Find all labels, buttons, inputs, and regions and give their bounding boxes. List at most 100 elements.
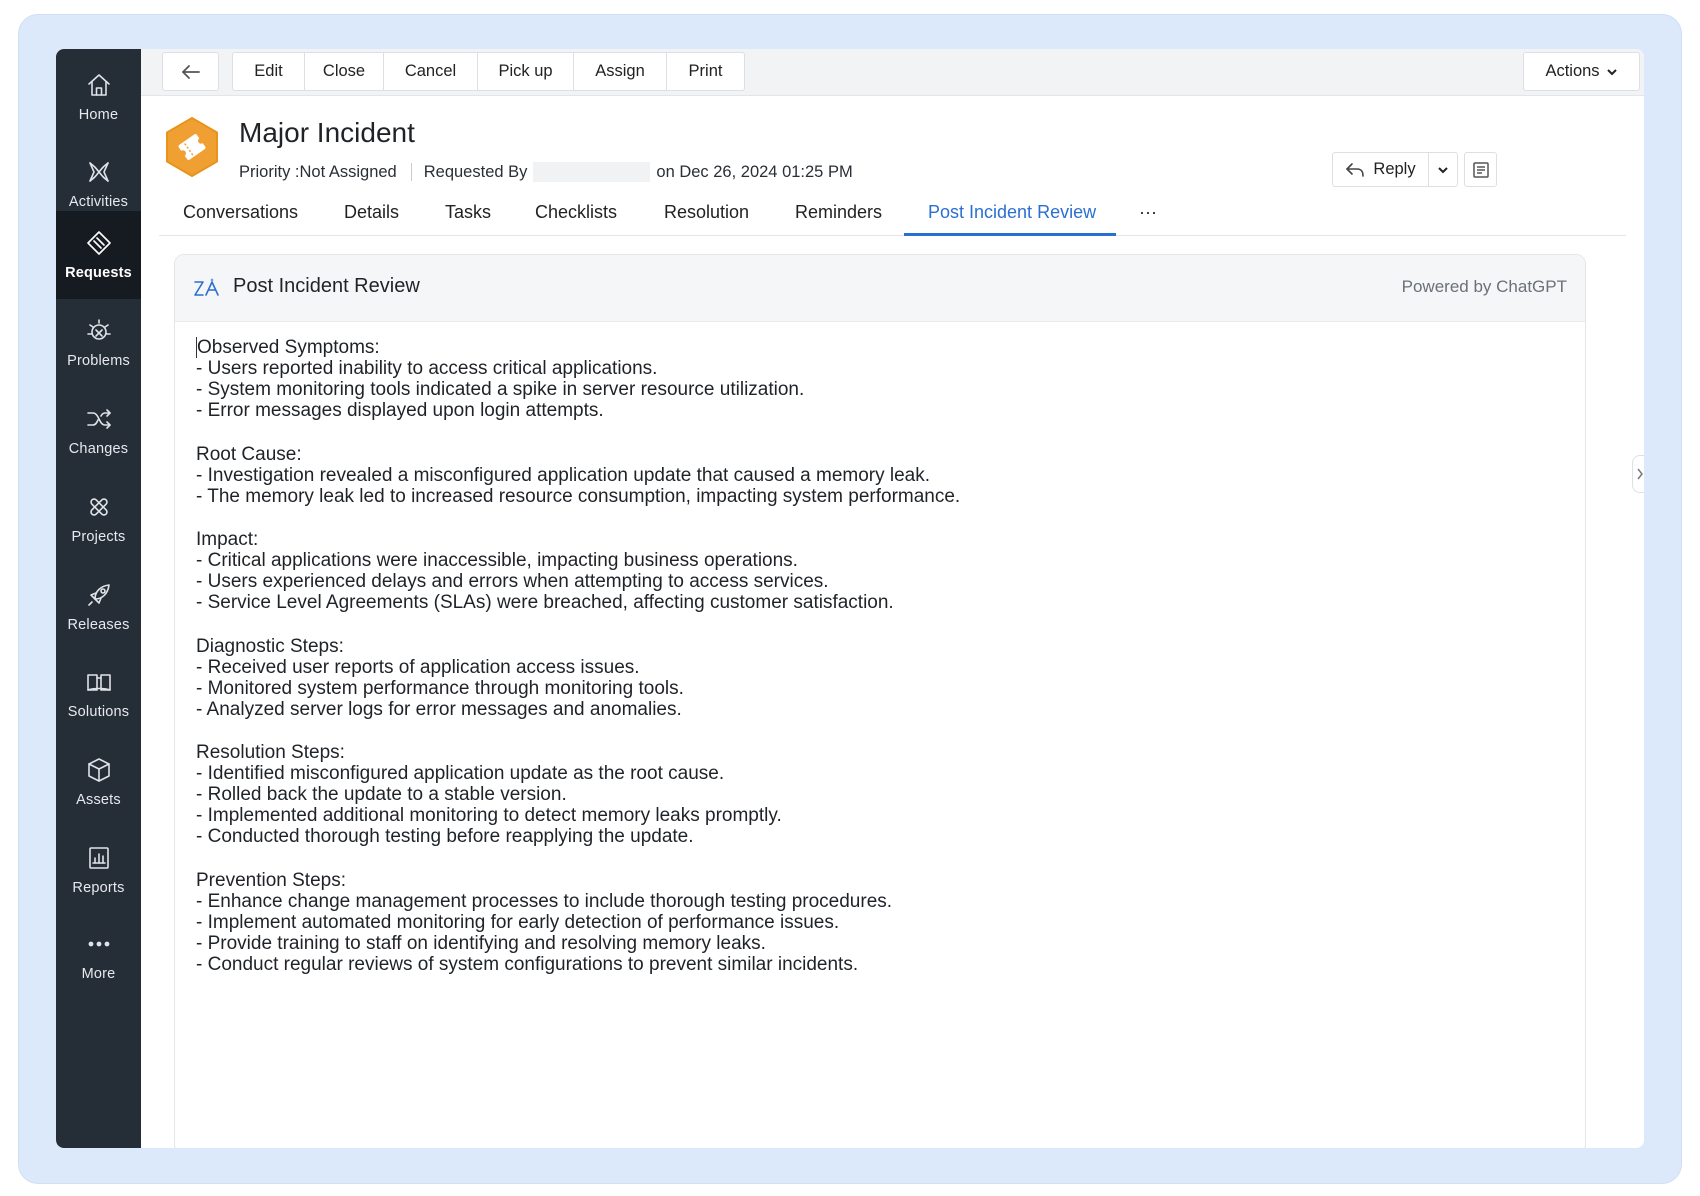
changes-icon	[86, 409, 111, 429]
requester-redacted	[533, 162, 651, 182]
sidebar-item-assets[interactable]: Assets	[56, 738, 141, 826]
assign-button[interactable]: Assign	[574, 53, 667, 90]
sidebar-item-solutions[interactable]: Solutions	[56, 650, 141, 738]
section-line: - Conduct regular reviews of system conf…	[196, 953, 859, 975]
solutions-icon	[86, 674, 111, 691]
tab-checklists[interactable]: Checklists	[535, 189, 617, 235]
sidebar-item-requests[interactable]: Requests	[56, 211, 141, 299]
request-detail: Edit Close Cancel Pick up Assign Print A…	[141, 49, 1644, 1148]
tab-post-incident-review[interactable]: Post Incident Review	[928, 189, 1096, 235]
section-heading: Resolution Steps:	[196, 742, 345, 763]
reply-split-button: Reply	[1332, 152, 1458, 187]
priority-text: Priority :Not Assigned	[239, 162, 397, 181]
section-heading: Observed Symptoms:	[196, 337, 1565, 358]
cancel-button[interactable]: Cancel	[384, 53, 478, 90]
section-line: - Investigation revealed a misconfigured…	[196, 464, 931, 486]
tab-resolution[interactable]: Resolution	[664, 189, 749, 235]
section-heading: Root Cause:	[196, 443, 302, 465]
review-section: Root Cause: - Investigation revealed a m…	[196, 444, 1565, 507]
request-meta: Priority :Not Assigned Requested By on D…	[239, 162, 853, 182]
ai-sparkle-icon	[194, 278, 219, 296]
section-line: - Implement automated monitoring for ear…	[196, 911, 840, 933]
active-tab-indicator	[904, 233, 1116, 236]
arrow-left-icon	[181, 64, 200, 79]
section-line: - Error messages displayed upon login at…	[196, 400, 604, 421]
reply-options-button[interactable]	[1429, 153, 1457, 186]
section-line: - Critical applications were inaccessibl…	[196, 550, 798, 571]
incident-icon	[166, 117, 218, 177]
edit-button[interactable]: Edit	[233, 53, 305, 90]
reply-label: Reply	[1373, 160, 1416, 178]
tab-details[interactable]: Details	[344, 189, 399, 235]
toolbar-button-group: Edit Close Cancel Pick up Assign Print	[232, 52, 745, 91]
section-line: - Identified misconfigured application u…	[196, 763, 725, 784]
sidebar-item-label: More	[81, 966, 116, 982]
review-text-editor[interactable]: Observed Symptoms: - Users reported inab…	[196, 337, 1565, 997]
sidebar-item-more[interactable]: More	[56, 912, 141, 1000]
problems-icon	[86, 319, 111, 340]
reports-icon	[88, 847, 109, 869]
sidebar-item-problems[interactable]: Problems	[56, 299, 141, 387]
chevron-down-icon	[1606, 68, 1617, 75]
reply-button[interactable]: Reply	[1333, 153, 1429, 186]
assets-icon	[87, 758, 110, 782]
section-line: - System monitoring tools indicated a sp…	[196, 379, 805, 400]
tab-reminders[interactable]: Reminders	[795, 189, 882, 235]
review-section: Impact: - Critical applications were ina…	[196, 529, 1565, 613]
more-icon	[88, 941, 109, 947]
review-section: Observed Symptoms: - Users reported inab…	[196, 337, 1565, 421]
section-line: - Provide training to staff on identifyi…	[196, 932, 766, 954]
tab-conversations[interactable]: Conversations	[183, 189, 298, 235]
sidebar-item-label: Home	[78, 106, 119, 123]
chevron-right-icon	[1636, 468, 1643, 480]
page-title: Major Incident	[239, 117, 415, 148]
panel-title: Post Incident Review	[233, 275, 420, 297]
section-heading: Impact:	[196, 529, 259, 550]
close-button[interactable]: Close	[305, 53, 384, 90]
divider	[410, 163, 412, 181]
sidebar-item-releases[interactable]: Releases	[56, 563, 141, 651]
print-button[interactable]: Print	[667, 53, 744, 90]
sidebar-item-label: Reports	[72, 880, 125, 896]
actions-label: Actions	[1545, 62, 1600, 80]
request-date: on Dec 26, 2024 01:25 PM	[656, 162, 853, 181]
sidebar-item-label: Assets	[76, 792, 121, 808]
sidebar-item-label: Requests	[65, 265, 132, 281]
reply-icon	[1346, 162, 1365, 177]
releases-icon	[87, 584, 110, 606]
panel-header: Post Incident Review Powered by ChatGPT	[175, 255, 1585, 322]
pick-up-button[interactable]: Pick up	[478, 53, 574, 90]
chevron-down-icon	[1438, 166, 1448, 173]
sidebar-item-label: Activities	[68, 193, 129, 210]
section-line: - Received user reports of application a…	[196, 656, 640, 678]
powered-by-text: Powered by ChatGPT	[1401, 277, 1567, 296]
sidebar-item-projects[interactable]: Projects	[56, 475, 141, 563]
section-heading: Prevention Steps:	[196, 869, 346, 891]
section-line: - Enhance change management processes to…	[196, 890, 893, 912]
app-window: Home Activities Requests Problems Change…	[56, 49, 1644, 1148]
sidebar-item-changes[interactable]: Changes	[56, 387, 141, 475]
section-line: - The memory leak led to increased resou…	[196, 485, 961, 507]
requested-by-label: Requested By	[423, 162, 528, 181]
back-button[interactable]	[162, 52, 219, 91]
sidebar-item-label: Problems	[67, 353, 130, 369]
requests-icon	[86, 231, 111, 255]
sidebar-item-label: Solutions	[67, 704, 130, 720]
sidebar-item-home[interactable]: Home	[56, 49, 141, 144]
section-heading: Diagnostic Steps:	[196, 635, 344, 657]
tab-more[interactable]: ···	[1139, 189, 1157, 235]
notes-icon	[1472, 161, 1489, 178]
section-line: - Analyzed server logs for error message…	[196, 698, 682, 720]
sidebar: Home Activities Requests Problems Change…	[56, 49, 141, 1148]
notes-button[interactable]	[1464, 152, 1497, 187]
right-panel-toggle[interactable]	[1632, 455, 1644, 493]
section-line: - Rolled back the update to a stable ver…	[196, 784, 567, 805]
review-section: Diagnostic Steps: - Received user report…	[196, 636, 1565, 720]
actions-dropdown[interactable]: Actions	[1523, 52, 1640, 91]
section-line: - Implemented additional monitoring to d…	[196, 805, 782, 826]
home-icon	[87, 73, 110, 96]
tab-bar: Conversations Details Tasks Checklists R…	[159, 189, 1626, 236]
sidebar-item-label: Changes	[68, 441, 129, 457]
tab-tasks[interactable]: Tasks	[445, 189, 491, 235]
sidebar-item-reports[interactable]: Reports	[56, 826, 141, 914]
